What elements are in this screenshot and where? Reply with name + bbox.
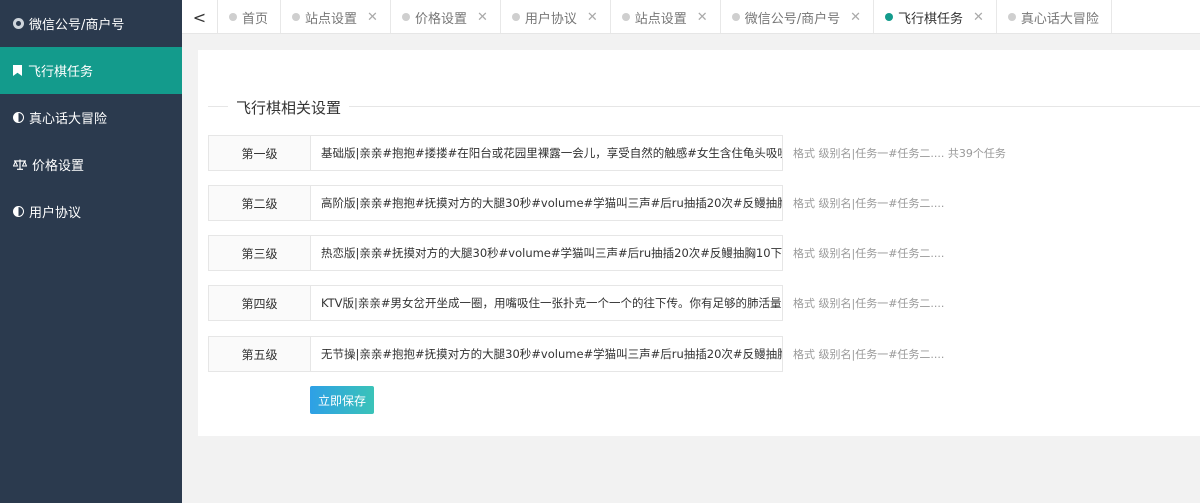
field-hint: 格式 级别名|任务一#任务二.... 共39个任务 [793, 147, 1006, 160]
sidebar-item-price[interactable]: 价格设置 [0, 141, 182, 188]
fieldset-divider [208, 106, 1200, 107]
level-3-input[interactable]: 热恋版|亲亲#抚摸对方的大腿30秒#volume#学猫叫三声#后ru抽插20次#… [311, 235, 783, 271]
tab-label: 首页 [242, 11, 269, 27]
tab-label: 站点设置 [305, 11, 358, 27]
tab-dot-icon [731, 13, 740, 21]
save-button[interactable]: 立即保存 [310, 386, 374, 414]
sidebar-item-label: 价格设置 [32, 159, 85, 174]
tab-label: 价格设置 [414, 11, 467, 27]
tab-site-settings-2[interactable]: 站点设置 ✕ [611, 0, 721, 33]
field-label: 第五级 [208, 336, 311, 372]
close-icon[interactable]: ✕ [587, 10, 598, 25]
tab-price-settings[interactable]: 价格设置 ✕ [391, 0, 501, 33]
field-label: 第三级 [208, 235, 311, 271]
scale-icon [12, 159, 28, 170]
close-icon[interactable]: ✕ [697, 10, 708, 25]
tab-site-settings[interactable]: 站点设置 ✕ [281, 0, 391, 33]
close-icon[interactable]: ✕ [973, 10, 984, 25]
sidebar-item-wechat[interactable]: 微信公号/商户号 [0, 0, 182, 47]
tab-dot-icon [1007, 13, 1016, 21]
tab-dot-icon [511, 13, 520, 21]
tab-label: 真心话大冒险 [1020, 11, 1099, 27]
tab-label: 微信公号/商户号 [744, 11, 841, 27]
level-2-input[interactable]: 高阶版|亲亲#抱抱#抚摸对方的大腿30秒#volume#学猫叫三声#后ru抽插2… [311, 185, 783, 221]
field-hint: 格式 级别名|任务一#任务二.... [793, 348, 945, 361]
half-circle-icon [13, 206, 24, 217]
form-row-level-1: 第一级 基础版|亲亲#抱抱#搂搂#在阳台或花园里裸露一会儿，享受自然的触感#女生… [208, 135, 1006, 171]
level-4-input[interactable]: KTV版|亲亲#男女岔开坐成一圈，用嘴吸住一张扑克一个一个的往下传。你有足够的肺… [311, 285, 783, 321]
tab-dot-icon [401, 13, 410, 21]
close-icon[interactable]: ✕ [367, 10, 378, 25]
form-row-level-3: 第三级 热恋版|亲亲#抚摸对方的大腿30秒#volume#学猫叫三声#后ru抽插… [208, 235, 944, 271]
tab-dot-icon [621, 13, 630, 21]
level-1-input[interactable]: 基础版|亲亲#抱抱#搂搂#在阳台或花园里裸露一会儿，享受自然的触感#女生含住龟头… [311, 135, 783, 171]
tab-label: 用户协议 [524, 11, 577, 27]
tab-label: 飞行棋任务 [898, 11, 964, 27]
tab-dot-icon [292, 13, 301, 21]
tab-wechat[interactable]: 微信公号/商户号 ✕ [721, 0, 874, 33]
tab-flight-chess[interactable]: 飞行棋任务 ✕ [874, 0, 997, 33]
form-row-level-4: 第四级 KTV版|亲亲#男女岔开坐成一圈，用嘴吸住一张扑克一个一个的往下传。你有… [208, 285, 944, 321]
field-label: 第四级 [208, 285, 311, 321]
tab-label: 站点设置 [634, 11, 687, 27]
fieldset-legend: 飞行棋相关设置 [228, 97, 350, 118]
field-label: 第二级 [208, 185, 311, 221]
sidebar: 微信公号/商户号 飞行棋任务 真心话大冒险 价格设置 用户协议 [0, 0, 182, 503]
sidebar-item-label: 微信公号/商户号 [29, 18, 125, 33]
tab-bar: < 首页 站点设置 ✕ 价格设置 ✕ 用户协议 ✕ 站点设置 ✕ 微信公号/商户… [182, 0, 1200, 34]
close-icon[interactable]: ✕ [850, 10, 861, 25]
field-hint: 格式 级别名|任务一#任务二.... [793, 197, 945, 210]
level-5-input[interactable]: 无节操|亲亲#抱抱#抚摸对方的大腿30秒#volume#学猫叫三声#后ru抽插2… [311, 336, 783, 372]
sidebar-item-label: 飞行棋任务 [28, 65, 94, 80]
form-row-level-2: 第二级 高阶版|亲亲#抱抱#抚摸对方的大腿30秒#volume#学猫叫三声#后r… [208, 185, 944, 221]
field-label: 第一级 [208, 135, 311, 171]
sidebar-item-truth-or-dare[interactable]: 真心话大冒险 [0, 94, 182, 141]
tab-truth-or-dare[interactable]: 真心话大冒险 [997, 0, 1112, 33]
tab-home[interactable]: 首页 [218, 0, 282, 33]
half-circle-icon [13, 112, 24, 123]
tab-scroll-left-button[interactable]: < [182, 0, 218, 33]
form-row-level-5: 第五级 无节操|亲亲#抱抱#抚摸对方的大腿30秒#volume#学猫叫三声#后r… [208, 336, 944, 372]
field-hint: 格式 级别名|任务一#任务二.... [793, 247, 945, 260]
sidebar-item-label: 真心话大冒险 [29, 112, 108, 127]
close-icon[interactable]: ✕ [477, 10, 488, 25]
chrome-icon [13, 18, 24, 29]
bookmark-icon [13, 65, 22, 76]
sidebar-item-flight-chess[interactable]: 飞行棋任务 [0, 47, 182, 94]
chevron-left-icon: < [192, 7, 207, 27]
sidebar-item-label: 用户协议 [29, 206, 82, 221]
field-hint: 格式 级别名|任务一#任务二.... [793, 297, 945, 310]
tab-user-agreement[interactable]: 用户协议 ✕ [501, 0, 611, 33]
sidebar-item-user-agreement[interactable]: 用户协议 [0, 188, 182, 235]
settings-card: 飞行棋相关设置 第一级 基础版|亲亲#抱抱#搂搂#在阳台或花园里裸露一会儿，享受… [198, 50, 1200, 436]
tab-dot-icon [885, 13, 893, 21]
tab-dot-icon [229, 13, 237, 21]
